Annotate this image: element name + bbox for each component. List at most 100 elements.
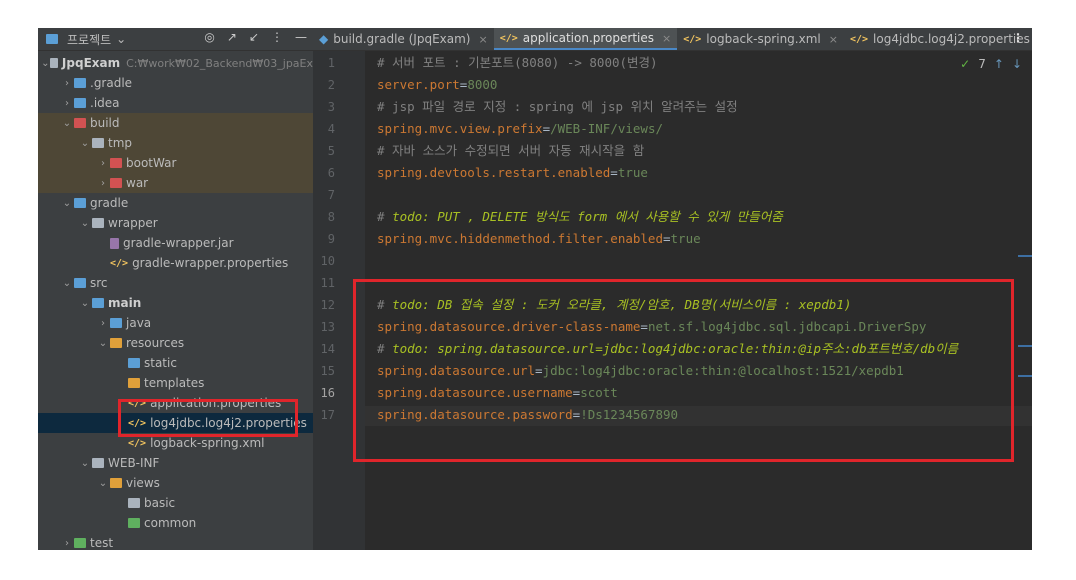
chevron-right-icon[interactable]: › bbox=[96, 178, 110, 189]
code-line[interactable]: # 자바 소스가 수정되면 서버 자동 재시작을 함 bbox=[377, 141, 644, 161]
line-number: 9 bbox=[327, 232, 335, 246]
chevron-down-icon[interactable]: ⌄ bbox=[41, 58, 50, 69]
project-panel-title[interactable]: 프로젝트 bbox=[67, 31, 111, 48]
tree-item[interactable]: basic bbox=[38, 493, 313, 513]
project-path: C:₩work₩02_Backend₩03_jpaEx bbox=[126, 56, 313, 70]
code-token: spring.datasource.username bbox=[377, 385, 573, 400]
code-editor[interactable]: ✓ 7 ↑ ↓ # 서버 포트 : 기본포트(8080) -> 8000(변경)… bbox=[353, 51, 1032, 550]
code-line[interactable]: spring.mvc.view.prefix=/WEB-INF/views/ bbox=[377, 119, 663, 139]
code-line[interactable]: spring.datasource.driver-class-name=net.… bbox=[377, 317, 926, 337]
line-number: 14 bbox=[320, 342, 335, 356]
code-token: # bbox=[377, 297, 393, 312]
tree-item[interactable]: templates bbox=[38, 373, 313, 393]
options-menu-icon[interactable]: ⋮ bbox=[271, 30, 283, 44]
code-token: todo: PUT , DELETE 방식도 form 에서 사용할 수 있게 … bbox=[392, 209, 783, 224]
chevron-down-icon[interactable]: ⌄ bbox=[60, 118, 74, 129]
code-line[interactable]: spring.datasource.url=jdbc:log4jdbc:orac… bbox=[377, 361, 904, 381]
code-line[interactable]: spring.mvc.hiddenmethod.filter.enabled=t… bbox=[377, 229, 701, 249]
chevron-right-icon[interactable]: › bbox=[96, 318, 110, 329]
more-tabs-icon[interactable]: ⋮ bbox=[1012, 31, 1024, 45]
folder-icon bbox=[74, 538, 86, 548]
previous-highlight-icon[interactable]: ↑ bbox=[994, 57, 1004, 71]
code-line[interactable]: spring.datasource.username=scott bbox=[377, 383, 618, 403]
code-line[interactable]: # todo: DB 접속 설정 : 도커 오라클, 계정/암호, DB명(서비… bbox=[377, 295, 851, 315]
hide-panel-icon[interactable]: — bbox=[295, 30, 307, 44]
tab-log4jdbc-properties[interactable]: </> log4jdbc.log4j2.properties × bbox=[844, 28, 1032, 50]
tree-item[interactable]: ⌄ tmp bbox=[38, 133, 313, 153]
tree-item-label: static bbox=[144, 356, 177, 370]
locate-icon[interactable]: ◎ bbox=[204, 30, 214, 44]
tree-item[interactable]: › bootWar bbox=[38, 153, 313, 173]
code-line[interactable]: # todo: spring.datasource.url=jdbc:log4j… bbox=[377, 339, 958, 359]
folder-icon bbox=[92, 458, 104, 468]
tree-item[interactable]: ⌄ wrapper bbox=[38, 213, 313, 233]
tree-item-label: common bbox=[144, 516, 197, 530]
chevron-right-icon[interactable]: › bbox=[60, 538, 74, 549]
tree-item[interactable]: › test bbox=[38, 533, 313, 550]
close-icon[interactable]: × bbox=[478, 33, 487, 46]
tab-application-properties[interactable]: </> application.properties × bbox=[493, 28, 678, 50]
tree-item-label: test bbox=[90, 536, 114, 550]
tree-item[interactable]: static bbox=[38, 353, 313, 373]
close-icon[interactable]: × bbox=[829, 33, 838, 46]
tab-build-gradle[interactable]: ◆ build.gradle (JpqExam) × bbox=[313, 28, 494, 50]
chevron-down-icon[interactable]: ⌄ bbox=[96, 478, 110, 489]
chevron-down-icon[interactable]: ⌄ bbox=[116, 32, 126, 46]
close-icon[interactable]: × bbox=[662, 32, 671, 45]
tree-item[interactable]: › java bbox=[38, 313, 313, 333]
tab-label: build.gradle (JpqExam) bbox=[333, 32, 471, 46]
code-line[interactable]: # todo: PUT , DELETE 방식도 form 에서 사용할 수 있… bbox=[377, 207, 783, 227]
code-line[interactable]: # 서버 포트 : 기본포트(8080) -> 8000(변경) bbox=[377, 53, 658, 73]
tree-item[interactable]: ⌄ WEB-INF bbox=[38, 453, 313, 473]
code-token: = bbox=[610, 165, 618, 180]
folder-icon bbox=[128, 358, 140, 368]
chevron-down-icon[interactable]: ⌄ bbox=[60, 198, 74, 209]
next-highlight-icon[interactable]: ↓ bbox=[1012, 57, 1022, 71]
folder-icon bbox=[74, 118, 86, 128]
chevron-down-icon[interactable]: ⌄ bbox=[78, 298, 92, 309]
tree-item[interactable]: › .gradle bbox=[38, 73, 313, 93]
tree-item[interactable]: common bbox=[38, 513, 313, 533]
tree-item-label: WEB-INF bbox=[108, 456, 160, 470]
chevron-down-icon[interactable]: ⌄ bbox=[78, 458, 92, 469]
ide-window: 프로젝트 ⌄ ◎ ↗ ↙ ⋮ — ⌄ JpqExam C:₩work₩02_Back… bbox=[38, 28, 1032, 550]
tree-item[interactable]: ⌄ main bbox=[38, 293, 313, 313]
expand-all-icon[interactable]: ↗ bbox=[227, 30, 237, 44]
chevron-right-icon[interactable]: › bbox=[60, 78, 74, 89]
tree-item[interactable]: ⌄ views bbox=[38, 473, 313, 493]
tab-logback-spring-xml[interactable]: </> logback-spring.xml × bbox=[677, 28, 844, 50]
tree-item[interactable]: ⌄ JpqExam C:₩work₩02_Backend₩03_jpaEx bbox=[38, 53, 313, 73]
chevron-down-icon[interactable]: ⌄ bbox=[78, 138, 92, 149]
tree-item-label: logback-spring.xml bbox=[150, 436, 265, 450]
xml-icon: </> bbox=[683, 33, 702, 45]
inspection-widget[interactable]: ✓ 7 ↑ ↓ bbox=[960, 57, 1022, 71]
folder-icon bbox=[110, 478, 122, 488]
code-line[interactable]: spring.devtools.restart.enabled=true bbox=[377, 163, 648, 183]
code-line[interactable]: # jsp 파일 경로 지정 : spring 에 jsp 위치 알려주는 설정 bbox=[377, 97, 738, 117]
collapse-all-icon[interactable]: ↙ bbox=[249, 30, 259, 44]
code-line[interactable]: spring.datasource.password=!Ds1234567890 bbox=[377, 405, 678, 425]
tree-item[interactable]: </> gradle-wrapper.properties bbox=[38, 253, 313, 273]
chevron-down-icon[interactable]: ⌄ bbox=[60, 278, 74, 289]
tree-item-label: src bbox=[90, 276, 108, 290]
chevron-down-icon[interactable]: ⌄ bbox=[78, 218, 92, 229]
code-line[interactable]: server.port=8000 bbox=[377, 75, 497, 95]
tree-item[interactable]: › .idea bbox=[38, 93, 313, 113]
chevron-down-icon[interactable]: ⌄ bbox=[96, 338, 110, 349]
project-panel-tools: ◎ ↗ ↙ ⋮ — bbox=[204, 30, 307, 44]
chevron-right-icon[interactable]: › bbox=[96, 158, 110, 169]
tree-item[interactable]: › war bbox=[38, 173, 313, 193]
line-number: 17 bbox=[320, 408, 335, 422]
gradle-icon: ◆ bbox=[319, 32, 329, 46]
tree-item[interactable]: gradle-wrapper.jar bbox=[38, 233, 313, 253]
tree-item[interactable]: ⌄ src bbox=[38, 273, 313, 293]
code-token: = bbox=[662, 231, 671, 246]
code-token: spring.devtools.restart.enabled bbox=[377, 165, 611, 180]
tree-item-label: JpqExam bbox=[61, 56, 121, 70]
project-panel-header: 프로젝트 ⌄ ◎ ↗ ↙ ⋮ — bbox=[38, 28, 313, 51]
tree-item[interactable]: ⌄ build bbox=[38, 113, 313, 133]
tree-item[interactable]: ⌄ gradle bbox=[38, 193, 313, 213]
chevron-right-icon[interactable]: › bbox=[60, 98, 74, 109]
tree-item[interactable]: ⌄ resources bbox=[38, 333, 313, 353]
scrollbar-marker bbox=[1018, 255, 1032, 257]
